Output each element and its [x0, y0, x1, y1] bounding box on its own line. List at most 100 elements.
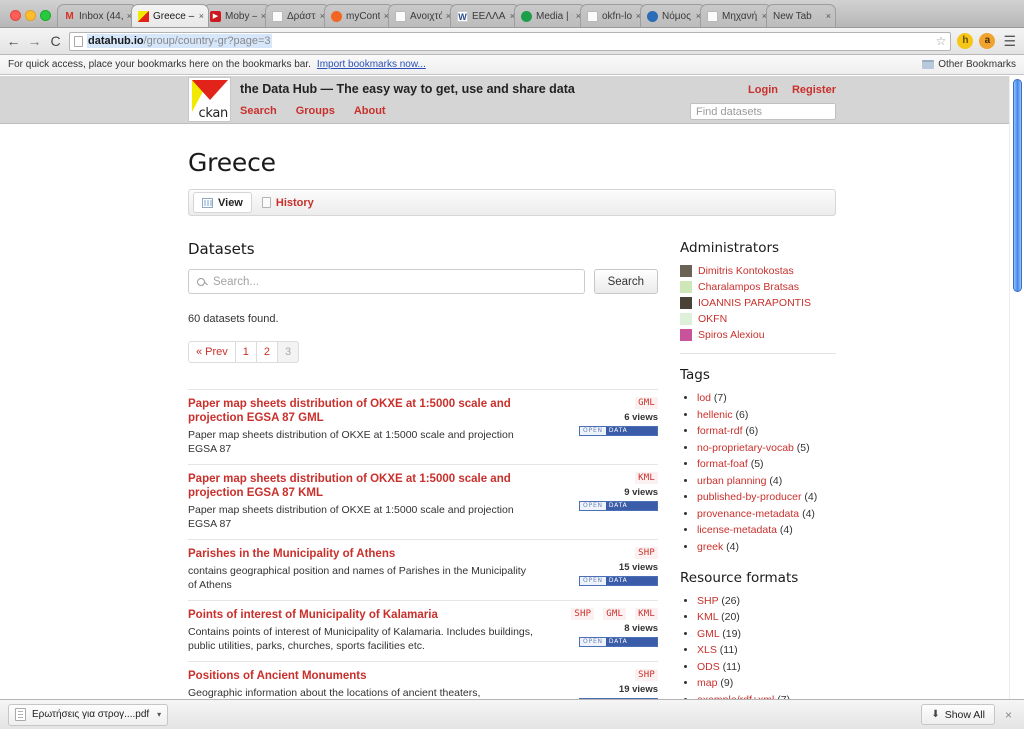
dataset-info: Paper map sheets distribution of OKXE at… — [188, 397, 546, 456]
reload-icon[interactable]: C — [48, 33, 63, 49]
sidebar-divider — [680, 353, 836, 354]
browser-tab-11[interactable]: Μηχανή αν× — [700, 4, 772, 27]
dataset-title-link[interactable]: Points of interest of Municipality of Ka… — [188, 608, 536, 622]
site-nav-about[interactable]: About — [354, 105, 386, 117]
browser-menu-icon[interactable]: ☰ — [1001, 33, 1018, 50]
browser-tab-12[interactable]: New Tab × — [766, 4, 836, 27]
chevron-down-icon[interactable]: ▾ — [157, 710, 161, 719]
site-nav-groups[interactable]: Groups — [296, 105, 335, 117]
search-input[interactable] — [211, 274, 576, 289]
show-all-downloads-button[interactable]: ⬇ Show All — [921, 704, 995, 725]
amazon-extension-icon[interactable]: a — [979, 33, 996, 49]
maximize-window-button[interactable] — [40, 10, 51, 21]
login-link[interactable]: Login — [748, 84, 778, 96]
dataset-title-link[interactable]: Paper map sheets distribution of OKXE at… — [188, 472, 536, 500]
browser-tab-6[interactable]: Ανοιχτό Πε× — [388, 4, 456, 27]
tab-label: New Tab — [773, 10, 812, 22]
browser-tab-10[interactable]: Νόμος 212× — [640, 4, 706, 27]
browser-tab-1[interactable]: MInbox (44,9× — [57, 4, 137, 27]
close-download-bar-icon[interactable]: × — [1005, 708, 1016, 722]
tab-view[interactable]: View — [193, 192, 252, 213]
resource-format-link[interactable]: GML — [697, 628, 719, 640]
ckan-logo-icon[interactable]: ckan — [188, 77, 231, 122]
administrator-item[interactable]: Charalampos Bratsas — [680, 281, 836, 293]
tag-link[interactable]: license-metadata — [697, 524, 777, 536]
page-link-prev[interactable]: « Prev — [188, 341, 236, 363]
dataset-row: Parishes in the Municipality of Athens co… — [188, 539, 658, 600]
dataset-title-link[interactable]: Paper map sheets distribution of OKXE at… — [188, 397, 536, 425]
download-item[interactable]: Ερωτήσεις για στρογ....pdf ▾ — [8, 703, 169, 726]
dataset-description: Contains points of interest of Municipal… — [188, 626, 533, 652]
format-badge[interactable]: KML — [635, 472, 658, 484]
resource-format-link[interactable]: ODS — [697, 661, 720, 673]
format-badge[interactable]: SHP — [635, 669, 658, 681]
browser-tab-3[interactable]: ▶Moby – Wa× — [203, 4, 271, 27]
browser-tab-8[interactable]: Media | Ope× — [514, 4, 586, 27]
search-button[interactable]: Search — [593, 269, 658, 294]
resource-format-link[interactable]: SHP — [697, 595, 718, 607]
tag-link[interactable]: format-foaf — [697, 458, 748, 470]
other-bookmarks-button[interactable]: Other Bookmarks — [938, 59, 1016, 70]
format-badge[interactable]: GML — [635, 397, 658, 409]
close-tab-icon[interactable]: × — [199, 11, 204, 21]
administrators-heading: Administrators — [680, 240, 780, 256]
browser-tab-7[interactable]: WΕΕΛΛΑΚ_Αν× — [450, 4, 520, 27]
browser-tab-5[interactable]: myContent× — [324, 4, 394, 27]
administrator-name-link[interactable]: Dimitris Kontokostas — [698, 265, 794, 277]
import-bookmarks-link[interactable]: Import bookmarks now... — [317, 59, 426, 70]
count-label: (6) — [732, 408, 749, 421]
administrator-item[interactable]: Dimitris Kontokostas — [680, 265, 836, 277]
administrator-name-link[interactable]: OKFN — [698, 313, 727, 325]
back-icon[interactable]: ← — [6, 33, 21, 49]
open-data-badge: OPENDATA — [579, 637, 658, 647]
dataset-title-link[interactable]: Parishes in the Municipality of Athens — [188, 547, 536, 561]
bookmark-star-icon[interactable]: ☆ — [936, 34, 947, 48]
site-nav-search[interactable]: Search — [240, 105, 277, 117]
register-link[interactable]: Register — [792, 84, 836, 96]
tag-link[interactable]: greek — [697, 541, 723, 553]
page-link-2[interactable]: 2 — [256, 341, 279, 363]
browser-tab-9[interactable]: okfn-logo-× — [580, 4, 646, 27]
page-link-1[interactable]: 1 — [235, 341, 257, 363]
resource-format-link[interactable]: XLS — [697, 644, 717, 656]
format-badge[interactable]: KML — [635, 608, 658, 620]
administrator-name-link[interactable]: Spiros Alexiou — [698, 329, 765, 341]
scrollbar-thumb[interactable] — [1013, 79, 1022, 292]
h-extension-icon[interactable]: h — [957, 33, 974, 49]
administrator-name-link[interactable]: IOANNIS PARAPONTIS — [698, 297, 811, 309]
page-scrollbar[interactable] — [1009, 76, 1024, 699]
close-window-button[interactable] — [10, 10, 21, 21]
administrator-item[interactable]: IOANNIS PARAPONTIS — [680, 297, 836, 309]
count-label: (26) — [718, 594, 740, 607]
tag-link[interactable]: urban planning — [697, 475, 766, 487]
administrator-name-link[interactable]: Charalampos Bratsas — [698, 281, 799, 293]
administrator-item[interactable]: Spiros Alexiou — [680, 329, 836, 341]
format-badge[interactable]: SHP — [635, 547, 658, 559]
tag-link[interactable]: lod — [697, 392, 711, 404]
administrator-item[interactable]: OKFN — [680, 313, 836, 325]
browser-tab-4[interactable]: Δράστις | Ε× — [265, 4, 330, 27]
find-datasets-input[interactable]: Find datasets — [690, 103, 836, 120]
resource-format-link[interactable]: map — [697, 677, 717, 689]
page-icon — [587, 10, 598, 22]
tab-history[interactable]: History — [254, 192, 322, 213]
dataset-search-field[interactable] — [188, 269, 585, 294]
address-bar[interactable]: datahub.io/group/country-gr?page=3 ☆ — [69, 31, 952, 51]
minimize-window-button[interactable] — [25, 10, 36, 21]
window-controls[interactable] — [4, 10, 57, 27]
pdf-file-icon — [15, 708, 26, 721]
tag-link[interactable]: no-proprietary-vocab — [697, 442, 794, 454]
format-badge[interactable]: SHP — [571, 608, 595, 620]
tag-link[interactable]: published-by-producer — [697, 491, 801, 503]
tag-link[interactable]: provenance-metadata — [697, 508, 799, 520]
page-info-icon[interactable] — [74, 35, 83, 47]
close-tab-icon[interactable]: × — [826, 11, 831, 21]
forward-icon[interactable]: → — [27, 33, 42, 49]
format-badge[interactable]: GML — [603, 608, 627, 620]
tag-link[interactable]: hellenic — [697, 409, 733, 421]
page-link-3[interactable]: 3 — [278, 341, 300, 363]
resource-format-link[interactable]: KML — [697, 611, 718, 623]
dataset-title-link[interactable]: Positions of Ancient Monuments — [188, 669, 536, 683]
tag-link[interactable]: format-rdf — [697, 425, 743, 437]
browser-tab-2[interactable]: Greece – th × — [131, 4, 209, 27]
